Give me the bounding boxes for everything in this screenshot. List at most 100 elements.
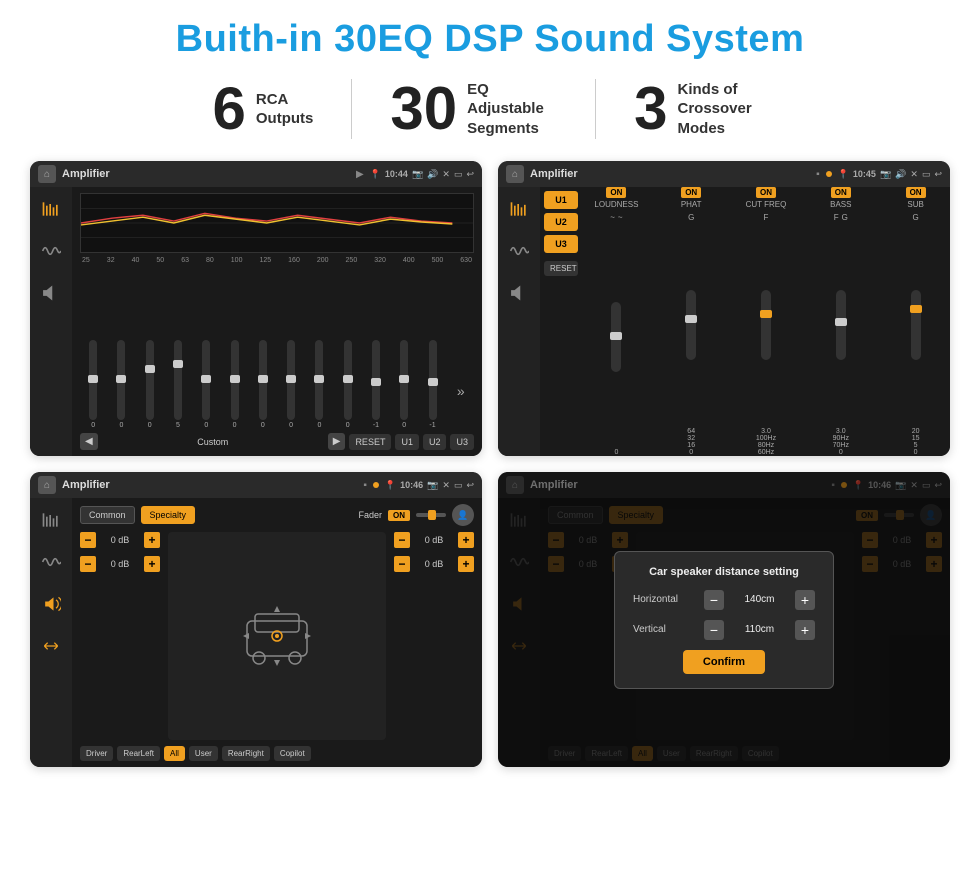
freq-500: 500: [432, 257, 444, 264]
eq-slider-3[interactable]: 5: [165, 340, 191, 429]
eq-prev-btn[interactable]: ◀: [80, 433, 98, 450]
preset-u1-btn[interactable]: U1: [544, 191, 578, 209]
crossover-vol-icon[interactable]: [505, 279, 533, 307]
rearright-btn[interactable]: RearRight: [222, 746, 270, 761]
user-btn[interactable]: User: [189, 746, 218, 761]
eq-reset-btn[interactable]: RESET: [349, 434, 391, 450]
db-minus-fr[interactable]: −: [394, 532, 410, 548]
confirm-button[interactable]: Confirm: [683, 650, 765, 674]
cam-icon-1: 📷: [412, 169, 423, 180]
eq-slider-9[interactable]: 0: [335, 340, 361, 429]
vertical-plus-btn[interactable]: +: [795, 620, 815, 640]
back-icon-2: ↩: [934, 169, 942, 180]
speaker-icon[interactable]: [37, 279, 65, 307]
status-bar-1: ⌂ Amplifier ▶ 📍 10:44 📷 🔊 ✕ ▭ ↩: [30, 161, 482, 187]
eq-slider-8[interactable]: 0: [306, 340, 332, 429]
fader-on-badge: ON: [388, 510, 410, 521]
crossover-reset-btn[interactable]: RESET: [544, 261, 578, 276]
db-plus-fl[interactable]: +: [144, 532, 160, 548]
common-tab[interactable]: Common: [80, 506, 135, 524]
db-minus-rl[interactable]: −: [80, 556, 96, 572]
home-icon-2[interactable]: ⌂: [506, 165, 524, 183]
back-icon-1: ↩: [466, 169, 474, 180]
db-plus-fr[interactable]: +: [458, 532, 474, 548]
db-minus-fl[interactable]: −: [80, 532, 96, 548]
eq-u2-btn[interactable]: U2: [423, 434, 447, 450]
fader-wave-icon[interactable]: [37, 548, 65, 576]
horizontal-minus-btn[interactable]: −: [704, 590, 724, 610]
db-minus-rr[interactable]: −: [394, 556, 410, 572]
eq-slider-4[interactable]: 0: [193, 340, 219, 429]
crossover-wave-icon[interactable]: [505, 237, 533, 265]
status-dot-2: [826, 171, 832, 177]
sub-slider[interactable]: [911, 290, 921, 360]
freq-200: 200: [317, 257, 329, 264]
freq-125: 125: [259, 257, 271, 264]
db-plus-rr[interactable]: +: [458, 556, 474, 572]
specialty-tab[interactable]: Specialty: [141, 506, 196, 524]
eq-u3-btn[interactable]: U3: [450, 434, 474, 450]
crossover-body: U1 U2 U3 RESET ON LOUDNESS ~~: [498, 187, 950, 456]
copilot-btn[interactable]: Copilot: [274, 746, 311, 761]
crossover-controls: ON LOUDNESS ~~ 0 ON PHAT G: [582, 187, 950, 456]
eq-slider-5[interactable]: 0: [221, 340, 247, 429]
horizontal-plus-btn[interactable]: +: [795, 590, 815, 610]
db-plus-rl[interactable]: +: [144, 556, 160, 572]
driver-btn[interactable]: Driver: [80, 746, 113, 761]
freq-400: 400: [403, 257, 415, 264]
fader-arrows-icon[interactable]: [37, 632, 65, 660]
ctrl-loudness: ON LOUDNESS ~~ 0: [582, 187, 651, 456]
home-icon-1[interactable]: ⌂: [38, 165, 56, 183]
eq-slider-11[interactable]: 0: [391, 340, 417, 429]
freq-40: 40: [132, 257, 140, 264]
freq-25: 25: [82, 257, 90, 264]
eq-slider-6[interactable]: 0: [250, 340, 276, 429]
freq-320: 320: [374, 257, 386, 264]
crossover-eq-icon[interactable]: [505, 195, 533, 223]
all-btn[interactable]: All: [164, 746, 185, 761]
fader-horiz-slider[interactable]: [416, 513, 446, 517]
rect-icon-1: ▭: [454, 169, 463, 180]
rearleft-btn[interactable]: RearLeft: [117, 746, 160, 761]
fader-eq-icon[interactable]: [37, 506, 65, 534]
screen-fader: ⌂ Amplifier ▪ 📍 10:46 📷 ✕ ▭ ↩: [30, 472, 482, 767]
status-bar-2: ⌂ Amplifier ▪ 📍 10:45 📷 🔊 ✕ ▭ ↩: [498, 161, 950, 187]
freq-80: 80: [206, 257, 214, 264]
eq-slider-12[interactable]: -1: [419, 340, 445, 429]
fader-body: Common Specialty Fader ON 👤: [30, 498, 482, 767]
x-icon-3: ✕: [442, 480, 450, 491]
eq-expand[interactable]: »: [448, 383, 474, 429]
wave-icon[interactable]: [37, 237, 65, 265]
bass-slider[interactable]: [836, 290, 846, 360]
eq-slider-2[interactable]: 0: [137, 340, 163, 429]
horizontal-value: 140cm: [730, 594, 789, 605]
freq-50: 50: [156, 257, 164, 264]
back-icon-3: ↩: [466, 480, 474, 491]
phat-slider[interactable]: [686, 290, 696, 360]
screen1-title: Amplifier: [62, 168, 350, 180]
time-3: 10:46: [400, 480, 423, 490]
cutfreq-slider[interactable]: [761, 290, 771, 360]
preset-u2-btn[interactable]: U2: [544, 213, 578, 231]
stat-rca-label: RCAOutputs: [256, 90, 314, 129]
eq-slider-0[interactable]: 0: [80, 340, 106, 429]
loudness-slider[interactable]: [611, 302, 621, 372]
fader-speaker-icon[interactable]: [37, 590, 65, 618]
eq-next-btn[interactable]: ▶: [328, 433, 346, 450]
vertical-minus-btn[interactable]: −: [704, 620, 724, 640]
eq-main-content: 25 32 40 50 63 80 100 125 160 200 250 32…: [72, 187, 482, 456]
eq-icon[interactable]: [37, 195, 65, 223]
fader-tabs: Common Specialty Fader ON 👤: [80, 504, 474, 526]
screen-crossover: ⌂ Amplifier ▪ 📍 10:45 📷 🔊 ✕ ▭ ↩: [498, 161, 950, 456]
eq-slider-10[interactable]: -1: [363, 340, 389, 429]
vertical-value: 110cm: [730, 624, 789, 635]
home-icon-3[interactable]: ⌂: [38, 476, 56, 494]
eq-u1-btn[interactable]: U1: [395, 434, 419, 450]
ctrl-cutfreq: ON CUT FREQ F 3.0 100Hz 80Hz 60Hz: [732, 187, 801, 456]
eq-slider-7[interactable]: 0: [278, 340, 304, 429]
eq-slider-1[interactable]: 0: [108, 340, 134, 429]
preset-u3-btn[interactable]: U3: [544, 235, 578, 253]
status-dot-3: [373, 482, 379, 488]
db-value-rl: 0 dB: [99, 559, 141, 569]
x-icon-1: ✕: [442, 169, 450, 180]
